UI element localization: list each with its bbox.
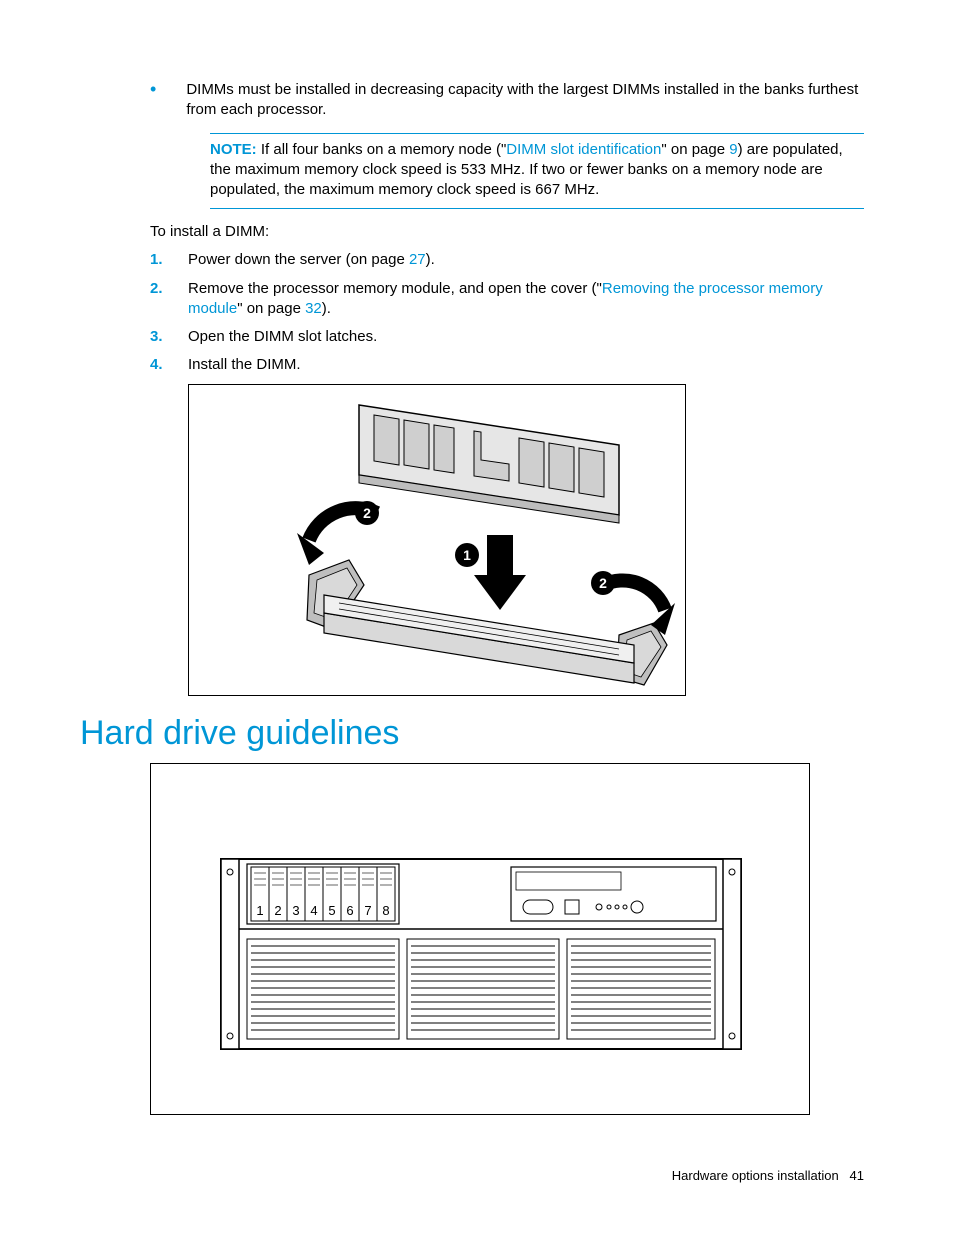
note-text-pre: If all four banks on a memory node (" <box>261 141 506 158</box>
install-steps-list: 1. Power down the server (on page 27). 2… <box>150 250 864 375</box>
list-item: 1. Power down the server (on page 27). <box>150 250 864 270</box>
callout-2-right: 2 <box>599 575 607 591</box>
link-dimm-slot-identification[interactable]: DIMM slot identification <box>506 141 661 158</box>
list-item: 4. Install the DIMM. <box>150 355 864 375</box>
link-page-32[interactable]: 32 <box>305 300 322 317</box>
drive-bay-label: 2 <box>274 903 281 918</box>
dimm-install-illustration: 1 2 2 <box>189 385 686 696</box>
drive-bays: 12345678 <box>247 864 399 924</box>
bullet-text: DIMMs must be installed in decreasing ca… <box>186 80 864 121</box>
step-text: Power down the server (on page 27). <box>188 250 435 270</box>
note-box: NOTE: If all four banks on a memory node… <box>210 133 864 210</box>
server-front-illustration: 12345678 <box>151 764 810 1115</box>
step-number: 1. <box>150 250 188 270</box>
heading-hard-drive-guidelines: Hard drive guidelines <box>80 714 864 753</box>
note-label: NOTE: <box>210 141 257 158</box>
link-page-9[interactable]: 9 <box>729 141 737 158</box>
list-item: 2. Remove the processor memory module, a… <box>150 279 864 320</box>
drive-bay-label: 7 <box>364 903 371 918</box>
step-number: 3. <box>150 327 188 347</box>
page-footer: Hardware options installation 41 <box>672 1168 864 1183</box>
drive-bay-label: 1 <box>256 903 263 918</box>
bullet-marker-icon: • <box>150 80 156 121</box>
callout-1: 1 <box>463 547 471 563</box>
figure-dimm-install: 1 2 2 <box>188 384 686 696</box>
step-text: Open the DIMM slot latches. <box>188 327 377 347</box>
step-number: 4. <box>150 355 188 375</box>
callout-2-left: 2 <box>363 505 371 521</box>
drive-bay-label: 4 <box>310 903 317 918</box>
bullet-item: • DIMMs must be installed in decreasing … <box>150 80 864 121</box>
drive-bay-label: 3 <box>292 903 299 918</box>
link-page-27[interactable]: 27 <box>409 251 426 268</box>
drive-bay-label: 5 <box>328 903 335 918</box>
note-text-mid: " on page <box>661 141 729 158</box>
footer-page-number: 41 <box>850 1168 864 1183</box>
step-text: Install the DIMM. <box>188 355 301 375</box>
drive-bay-label: 8 <box>382 903 389 918</box>
pre-list-text: To install a DIMM: <box>150 223 864 240</box>
figure-server-front: 12345678 <box>150 763 810 1115</box>
step-text: Remove the processor memory module, and … <box>188 279 864 320</box>
step-number: 2. <box>150 279 188 320</box>
list-item: 3. Open the DIMM slot latches. <box>150 327 864 347</box>
footer-section: Hardware options installation <box>672 1168 839 1183</box>
drive-bay-label: 6 <box>346 903 353 918</box>
